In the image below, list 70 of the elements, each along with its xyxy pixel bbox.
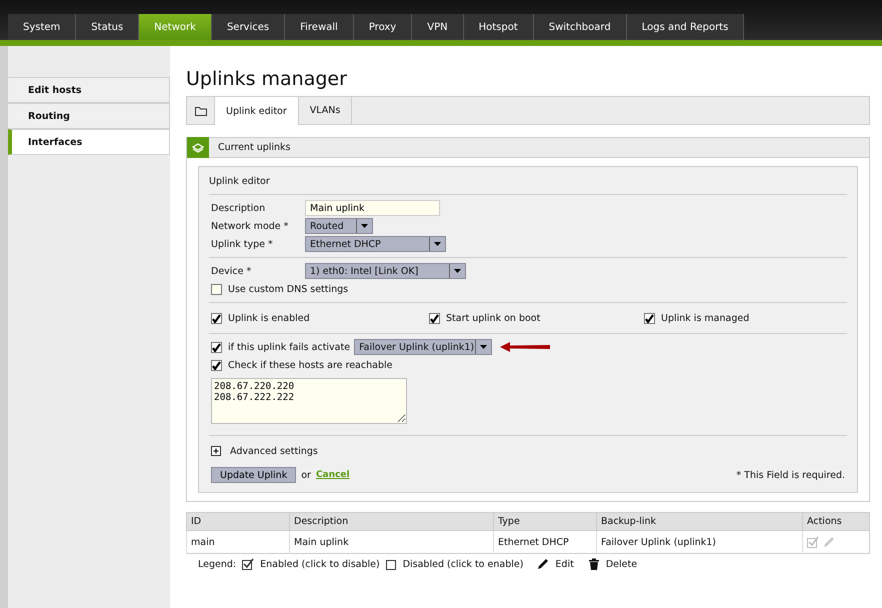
- caret-icon: [361, 224, 368, 228]
- nav-tab[interactable]: System: [8, 14, 76, 40]
- checkbox-label: if this uplink fails activate: [228, 342, 350, 352]
- sidebar-item[interactable]: Interfaces: [8, 129, 170, 155]
- hosts-field[interactable]: 208.67.220.220 208.67.222.222: [211, 378, 407, 424]
- checkbox[interactable]: [211, 284, 222, 294]
- checkbox-label: Uplink is enabled: [228, 312, 310, 324]
- nav-tab[interactable]: VPN: [412, 14, 464, 40]
- checkbox-label: Uplink is managed: [661, 312, 750, 324]
- update-button[interactable]: Update Uplink: [211, 467, 296, 483]
- checkbox-label: Check if these hosts are reachable: [228, 360, 392, 370]
- description-field[interactable]: Main uplink: [305, 200, 440, 216]
- arrow-icon: [500, 342, 550, 352]
- pencil-icon: [537, 558, 550, 570]
- column-header: Backup-link: [596, 512, 803, 530]
- column-header: Description: [290, 512, 494, 530]
- uplink-type-select[interactable]: Ethernet DHCP: [305, 236, 446, 252]
- checked-icon: [242, 558, 254, 570]
- expand-icon[interactable]: [211, 446, 221, 456]
- field-label: Uplink type *: [211, 238, 274, 250]
- nav-tab[interactable]: Logs and Reports: [626, 14, 744, 40]
- network-mode-select[interactable]: Routed: [305, 218, 373, 234]
- table-cell: Main uplink: [290, 530, 494, 554]
- trash-icon: [588, 558, 600, 570]
- layers-icon: [192, 142, 204, 152]
- required-note: * This Field is required.: [736, 470, 845, 480]
- checkbox[interactable]: [211, 342, 222, 352]
- table-cell: main: [186, 530, 290, 554]
- checkbox[interactable]: [211, 312, 222, 324]
- nav-tab[interactable]: Services: [212, 14, 286, 40]
- checkbox-label: Use custom DNS settings: [228, 284, 348, 294]
- caret-icon: [434, 242, 441, 246]
- legend-text: Disabled (click to enable): [402, 558, 524, 570]
- sidebar-item[interactable]: Routing: [8, 103, 170, 129]
- section-toggle[interactable]: Advanced settings: [230, 446, 318, 456]
- page-title: Uplinks manager: [186, 68, 348, 92]
- panel-title: Current uplinks: [218, 142, 291, 153]
- checkbox[interactable]: [644, 312, 655, 324]
- table-cell: Ethernet DHCP: [493, 530, 596, 554]
- folder-icon: [194, 106, 206, 116]
- nav-tab[interactable]: Proxy: [354, 14, 412, 40]
- legend-text: Enabled (click to disable): [260, 558, 380, 570]
- legend-text: Delete: [606, 558, 638, 570]
- caret-icon: [454, 269, 461, 273]
- section-title: Uplink editor: [209, 176, 271, 187]
- checked-icon[interactable]: [807, 536, 820, 548]
- field-label: Device *: [211, 266, 252, 276]
- sidebar-item[interactable]: Edit hosts: [8, 77, 170, 103]
- checkbox-label: Start uplink on boot: [446, 312, 540, 324]
- nav-tab[interactable]: Switchboard: [534, 14, 627, 40]
- field-label: Network mode *: [211, 220, 290, 232]
- field-label: Description: [211, 202, 266, 214]
- legend-text: Edit: [555, 558, 574, 570]
- device-select[interactable]: 1) eth0: Intel [Link OK]: [305, 263, 466, 279]
- column-header: ID: [186, 512, 290, 530]
- nav-tab[interactable]: Hotspot: [464, 14, 534, 40]
- unchecked-icon: [386, 558, 397, 570]
- or-text: or: [301, 470, 311, 480]
- column-header: Type: [493, 512, 596, 530]
- legend-label: Legend:: [198, 558, 236, 570]
- caret-icon: [480, 345, 488, 349]
- checkbox[interactable]: [429, 312, 440, 324]
- column-header: Actions: [802, 512, 870, 530]
- tab[interactable]: VLANs: [298, 97, 352, 124]
- table-cell: Failover Uplink (uplink1): [596, 530, 803, 554]
- checkbox[interactable]: [211, 360, 222, 370]
- nav-tab[interactable]: Firewall: [285, 14, 354, 40]
- failover-select[interactable]: Failover Uplink (uplink1): [354, 339, 492, 355]
- tab[interactable]: Uplink editor: [215, 97, 299, 125]
- nav-tab[interactable]: Status: [76, 14, 140, 40]
